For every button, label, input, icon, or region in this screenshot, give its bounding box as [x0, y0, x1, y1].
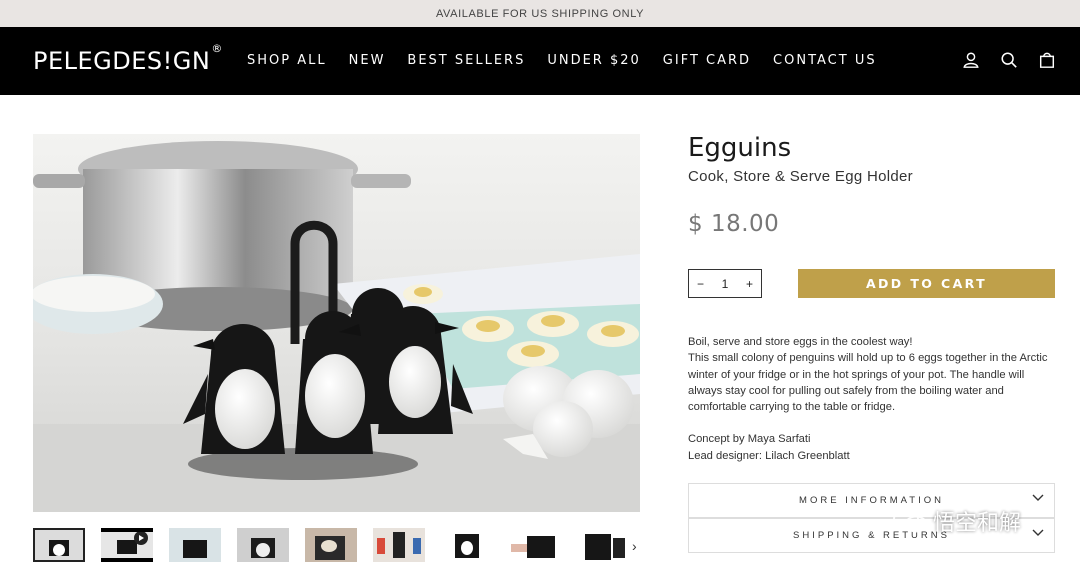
thumbnail-9[interactable] — [577, 528, 629, 562]
user-icon[interactable] — [962, 50, 980, 70]
watermark-text: 悟空和解 — [933, 510, 1022, 535]
logo-text: PELEGDES!GN — [33, 47, 211, 75]
thumbnail-5[interactable] — [305, 528, 357, 562]
thumbnail-6[interactable] — [373, 528, 425, 562]
quantity-input[interactable]: 1 — [722, 277, 729, 291]
description-line-2: This small colony of penguins will hold … — [688, 352, 1048, 414]
logo[interactable]: PELEGDES!GN® — [33, 42, 223, 75]
nav-best-sellers[interactable]: BEST SELLERS — [407, 53, 525, 68]
thumbnail-strip — [33, 524, 645, 566]
thumbnail-7[interactable] — [441, 528, 493, 562]
designer-credit: Lead designer: Lilach Greenblatt — [688, 449, 850, 462]
wechat-icon — [893, 509, 927, 533]
chevron-down-icon — [1032, 494, 1044, 501]
announcement-bar: AVAILABLE FOR US SHIPPING ONLY — [0, 0, 1080, 27]
registered-mark: ® — [211, 42, 223, 55]
product-subtitle: Cook, Store & Serve Egg Holder — [688, 168, 913, 185]
chevron-down-icon — [1032, 529, 1044, 536]
thumbnail-1[interactable] — [33, 528, 85, 562]
thumbnail-3[interactable] — [169, 528, 221, 562]
quantity-minus-button[interactable]: − — [697, 277, 704, 291]
quantity-plus-button[interactable]: + — [746, 277, 753, 291]
concept-credit: Concept by Maya Sarfati — [688, 433, 811, 446]
announcement-text: AVAILABLE FOR US SHIPPING ONLY — [435, 7, 645, 20]
product-main-image[interactable] — [33, 134, 640, 512]
product-description: Boil, serve and store eggs in the cooles… — [688, 334, 1058, 464]
description-line-1: Boil, serve and store eggs in the cooles… — [688, 336, 913, 348]
thumbnail-video[interactable] — [101, 528, 153, 562]
nav-under-20[interactable]: UNDER $20 — [547, 53, 640, 68]
nav-shop-all[interactable]: SHOP ALL — [247, 53, 327, 68]
cart-icon[interactable] — [1038, 50, 1056, 70]
product-title: Egguins — [688, 133, 792, 163]
site-header: PELEGDES!GN® SHOP ALL NEW BEST SELLERS U… — [0, 27, 1080, 95]
main-nav: SHOP ALL NEW BEST SELLERS UNDER $20 GIFT… — [247, 53, 899, 68]
thumbnail-next-arrow[interactable]: › — [632, 538, 637, 554]
add-to-cart-button[interactable]: ADD TO CART — [798, 269, 1055, 298]
nav-new[interactable]: NEW — [349, 53, 386, 68]
quantity-stepper: − 1 + — [688, 269, 762, 298]
thumbnail-4[interactable] — [237, 528, 289, 562]
search-icon[interactable] — [1000, 50, 1018, 70]
nav-contact-us[interactable]: CONTACT US — [773, 53, 877, 68]
watermark: 悟空和解 — [893, 505, 1021, 537]
product-price: $ 18.00 — [688, 211, 780, 237]
nav-gift-card[interactable]: GIFT CARD — [663, 53, 751, 68]
thumbnail-8[interactable] — [509, 528, 561, 562]
